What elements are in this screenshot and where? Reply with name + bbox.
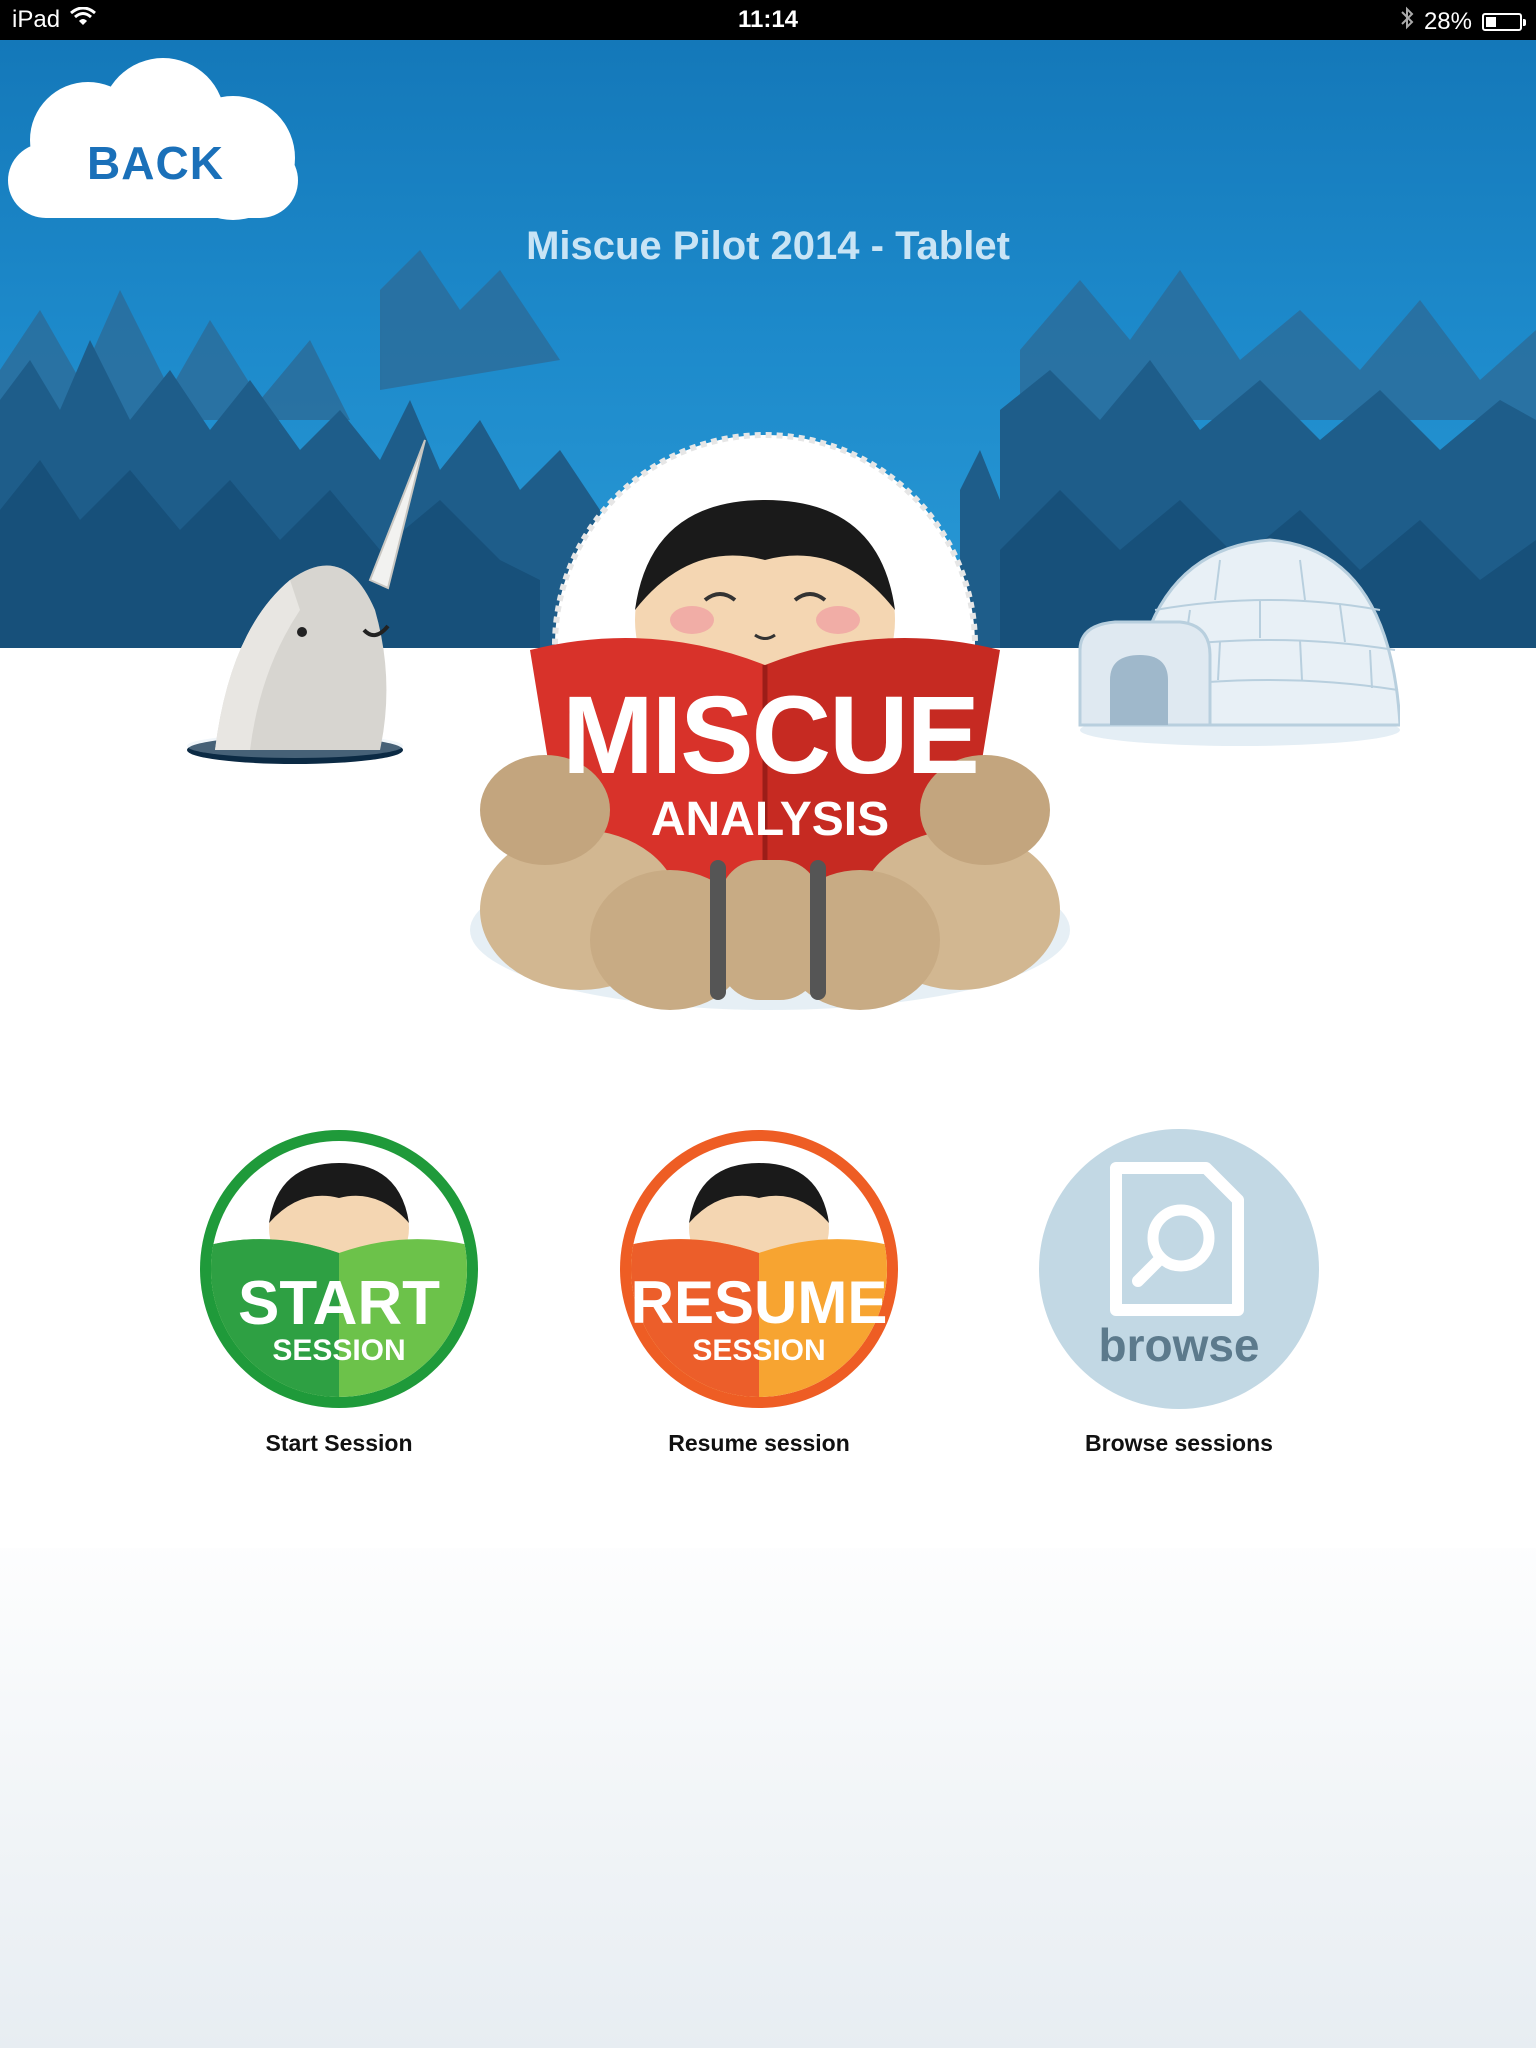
resume-badge-subword: SESSION xyxy=(692,1334,826,1367)
clock: 11:14 xyxy=(737,6,799,33)
browse-sessions-badge[interactable]: browse xyxy=(1038,1128,1320,1410)
narwhal-illustration xyxy=(187,439,426,764)
resume-session-label: Resume session xyxy=(668,1430,850,1456)
resume-session-button[interactable]: RESUME SESSION Resume session xyxy=(609,1128,909,1457)
browse-badge-word: browse xyxy=(1098,1319,1260,1371)
start-badge-word: START xyxy=(237,1269,441,1338)
start-badge-subword: SESSION xyxy=(272,1334,406,1367)
back-button-label: BACK xyxy=(87,137,224,189)
bluetooth-icon xyxy=(1400,6,1414,37)
logo-subtitle: ANALYSIS xyxy=(650,793,890,846)
resume-badge-word: RESUME xyxy=(630,1269,888,1336)
battery-percent: 28% xyxy=(1423,7,1472,35)
battery-fill xyxy=(1486,16,1496,27)
page-title: Miscue Pilot 2014 - Tablet xyxy=(526,224,1010,268)
browse-sessions-label: Browse sessions xyxy=(1085,1430,1273,1456)
resume-session-badge[interactable]: RESUME SESSION xyxy=(618,1128,900,1410)
start-session-badge[interactable]: START SESSION xyxy=(198,1128,480,1410)
browse-sessions-button[interactable]: browse Browse sessions xyxy=(1029,1128,1329,1457)
start-session-label: Start Session xyxy=(265,1430,413,1456)
status-bar: iPad 11:14 28% xyxy=(0,0,1536,40)
battery-icon xyxy=(1482,12,1526,31)
start-session-button[interactable]: START SESSION Start Session xyxy=(189,1128,489,1457)
back-button[interactable]: BACK xyxy=(8,58,303,223)
logo-title: MISCUE xyxy=(562,674,980,797)
